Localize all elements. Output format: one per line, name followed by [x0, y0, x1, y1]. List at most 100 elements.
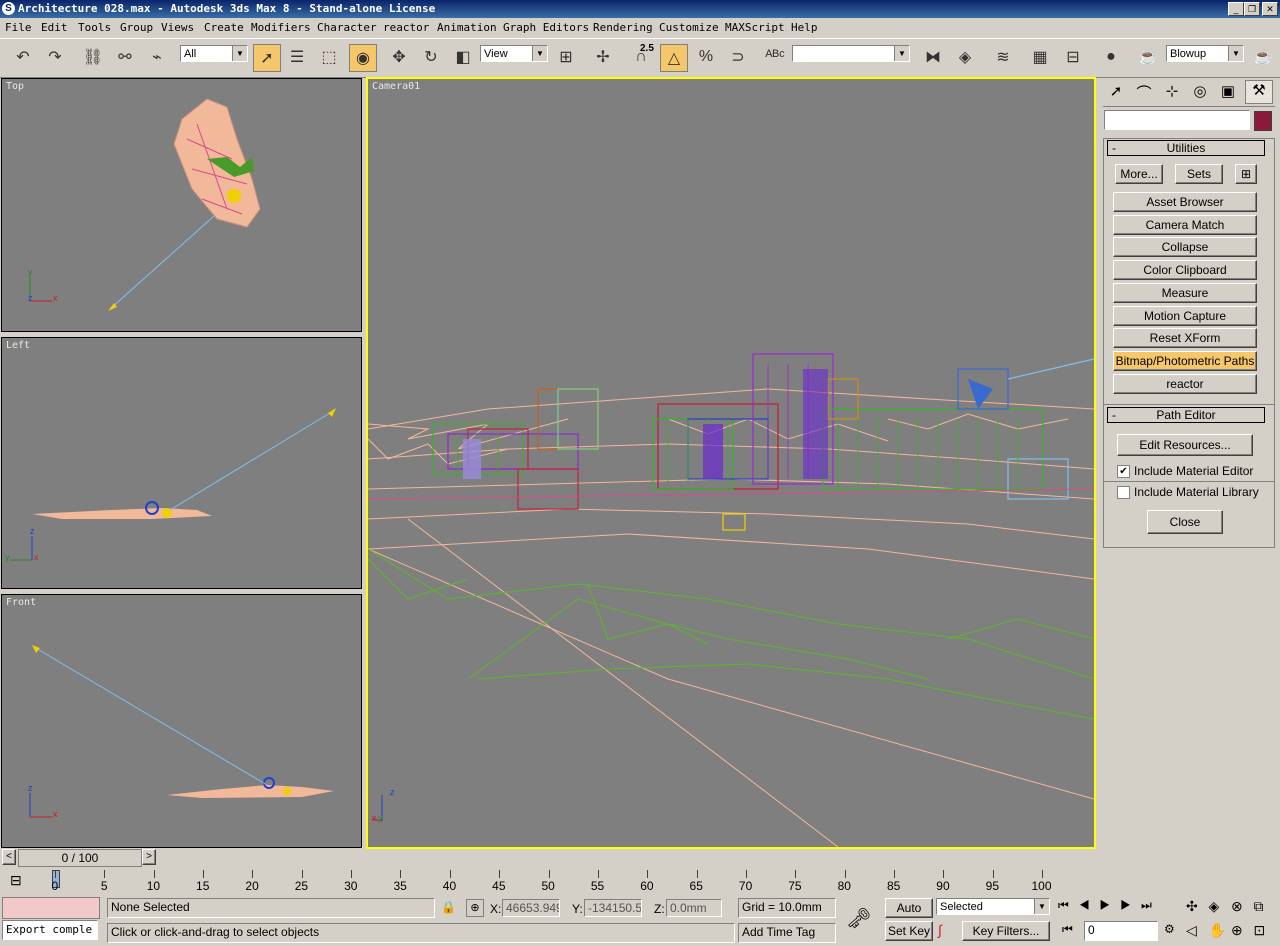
zoom-all-icon[interactable]: ◈	[1209, 898, 1232, 918]
menu-tools[interactable]: Tools	[78, 21, 111, 34]
mirror-icon[interactable]: ⧓	[920, 44, 946, 70]
track-bar[interactable]: ⊟ 0 5 10 15 20 25 30 35 40 45 50 55 60 65 70 75 80 85 90 95…	[0, 868, 1095, 894]
redo-icon[interactable]: ↷	[42, 44, 68, 70]
window-crossing-icon[interactable]: ◉	[349, 44, 377, 72]
more-button[interactable]: More...	[1115, 164, 1163, 184]
next-frame-icon[interactable]: ▶	[1120, 898, 1141, 912]
select-and-rotate-icon[interactable]: ↻	[418, 44, 444, 70]
auto-key-button[interactable]: Auto Key	[885, 898, 933, 933]
reactor-button[interactable]: reactor	[1113, 374, 1257, 394]
previous-frame-icon[interactable]: ◀	[1079, 898, 1100, 912]
object-color-swatch[interactable]	[1254, 111, 1272, 131]
viewport-camera[interactable]: Camera01 z x y	[366, 77, 1096, 849]
render-type-dropdown[interactable]: Blowup ▼	[1166, 45, 1244, 62]
arc-rotate-icon[interactable]: ⊕	[1231, 922, 1254, 942]
menu-modifiers[interactable]: Modifiers	[251, 21, 311, 34]
quick-render-icon[interactable]: ☕	[1250, 44, 1276, 70]
pivot-point-icon[interactable]: ⊞	[553, 44, 579, 70]
edit-resources-button[interactable]: Edit Resources...	[1117, 434, 1253, 456]
motion-capture-button[interactable]: Motion Capture	[1113, 306, 1257, 326]
add-time-tag-button[interactable]: Add Time Tag	[738, 923, 836, 943]
spinner-snap-icon[interactable]: ⊃	[725, 44, 751, 70]
menu-reactor[interactable]: reactor	[383, 21, 429, 34]
configure-button-sets-icon[interactable]: ⊞	[1235, 164, 1257, 184]
set-key-button[interactable]: Set Key	[885, 921, 933, 941]
key-filters-button[interactable]: Key Filters...	[962, 921, 1050, 941]
material-editor-icon[interactable]: ●	[1098, 44, 1124, 70]
y-coord-field[interactable]: -134150.59	[584, 899, 642, 917]
rectangular-selection-icon[interactable]: ⬚	[316, 44, 342, 70]
layer-manager-icon[interactable]: ≋	[990, 44, 1016, 70]
field-of-view-icon[interactable]: ◁	[1186, 922, 1209, 942]
absolute-relative-toggle-icon[interactable]: ⊕	[466, 899, 484, 917]
curve-editor-icon[interactable]: ▦	[1027, 44, 1053, 70]
key-mode-toggle-icon[interactable]: ⏮	[1062, 922, 1076, 938]
undo-icon[interactable]: ↶	[10, 44, 36, 70]
zoom-icon[interactable]: ✣	[1186, 898, 1209, 918]
utilities-rollout-header[interactable]: - Utilities	[1107, 140, 1265, 156]
include-material-library-checkbox[interactable]	[1117, 486, 1130, 499]
named-selection-dropdown[interactable]: ▼	[792, 45, 910, 62]
camera-match-button[interactable]: Camera Match	[1113, 215, 1257, 235]
x-coord-field[interactable]: 46653.949	[502, 899, 560, 917]
menu-views[interactable]: Views	[161, 21, 194, 34]
reset-xform-button[interactable]: Reset XForm	[1113, 328, 1257, 348]
render-scene-icon[interactable]: ☕	[1135, 44, 1161, 70]
edit-named-selection-icon[interactable]: ᴬᴮᶜ	[762, 44, 788, 70]
bind-space-warp-icon[interactable]: ⌁	[144, 44, 170, 70]
minimize-button[interactable]: _	[1228, 2, 1244, 16]
select-by-name-icon[interactable]: ☰	[284, 44, 310, 70]
default-tangent-icon[interactable]: ∫	[938, 922, 958, 940]
display-tab-icon[interactable]: ▣	[1217, 82, 1239, 102]
restore-button[interactable]: ❐	[1244, 2, 1260, 16]
modify-tab-icon[interactable]: ⌒	[1133, 82, 1155, 102]
viewport-top[interactable]: Top y x z	[1, 78, 362, 332]
close-button[interactable]: ✕	[1262, 2, 1278, 16]
maxscript-listener-top[interactable]	[2, 897, 100, 919]
time-configuration-icon[interactable]: ⚙	[1164, 922, 1180, 940]
selection-lock-icon[interactable]: 🔒	[441, 900, 456, 916]
set-keys-key-icon[interactable]: 🗝	[846, 906, 874, 930]
create-tab-icon[interactable]: ➚	[1105, 82, 1127, 102]
color-clipboard-button[interactable]: Color Clipboard	[1113, 260, 1257, 280]
path-editor-rollout-header[interactable]: - Path Editor	[1107, 407, 1265, 423]
menu-help[interactable]: Help	[791, 21, 818, 34]
schematic-view-icon[interactable]: ⊟	[1060, 44, 1086, 70]
time-slider-prev-icon[interactable]: <	[2, 849, 16, 865]
go-to-start-icon[interactable]: ⏮	[1058, 898, 1079, 912]
menu-rendering[interactable]: Rendering	[593, 21, 653, 34]
menu-customize[interactable]: Customize	[659, 21, 719, 34]
orbit-icon[interactable]: ⊗	[1231, 898, 1254, 918]
measure-button[interactable]: Measure	[1113, 283, 1257, 303]
object-name-field[interactable]	[1104, 110, 1250, 130]
utilities-tab-icon[interactable]: ⚒	[1245, 80, 1273, 104]
menu-character[interactable]: Character	[317, 21, 377, 34]
reference-coordinate-dropdown[interactable]: View ▼	[480, 45, 548, 62]
asset-browser-button[interactable]: Asset Browser	[1113, 192, 1257, 212]
current-frame-field[interactable]: 0	[1084, 921, 1158, 941]
close-path-editor-button[interactable]: Close	[1147, 510, 1223, 534]
maximize-viewport-icon[interactable]: ⧉	[1254, 898, 1277, 918]
select-and-manipulate-icon[interactable]: ✢	[590, 44, 616, 70]
maxscript-listener-output[interactable]: Export comple	[2, 920, 98, 940]
hierarchy-tab-icon[interactable]: ⊹	[1161, 82, 1183, 102]
menu-file[interactable]: File	[5, 21, 32, 34]
select-and-move-icon[interactable]: ✥	[386, 44, 412, 70]
menu-animation[interactable]: Animation	[437, 21, 497, 34]
app-icon[interactable]: S	[2, 2, 15, 15]
select-object-icon[interactable]: ➚	[253, 44, 281, 72]
angle-snap-icon[interactable]: △	[660, 44, 688, 72]
motion-tab-icon[interactable]: ◎	[1189, 82, 1211, 102]
bitmap-photometric-paths-button[interactable]: Bitmap/Photometric Paths	[1113, 351, 1257, 371]
viewport-front[interactable]: Front z x	[1, 594, 362, 848]
select-and-scale-icon[interactable]: ◧	[450, 44, 476, 70]
menu-create[interactable]: Create	[204, 21, 244, 34]
selection-filter-dropdown[interactable]: All ▼	[180, 45, 248, 62]
align-icon[interactable]: ◈	[952, 44, 978, 70]
sets-button[interactable]: Sets	[1175, 164, 1223, 184]
menu-graph-editors[interactable]: Graph Editors	[503, 21, 589, 34]
menu-group[interactable]: Group	[120, 21, 153, 34]
maximize-toggle-icon[interactable]: ⊡	[1254, 922, 1277, 942]
collapse-button[interactable]: Collapse	[1113, 237, 1257, 257]
mini-curve-editor-icon[interactable]: ⊟	[10, 872, 32, 890]
